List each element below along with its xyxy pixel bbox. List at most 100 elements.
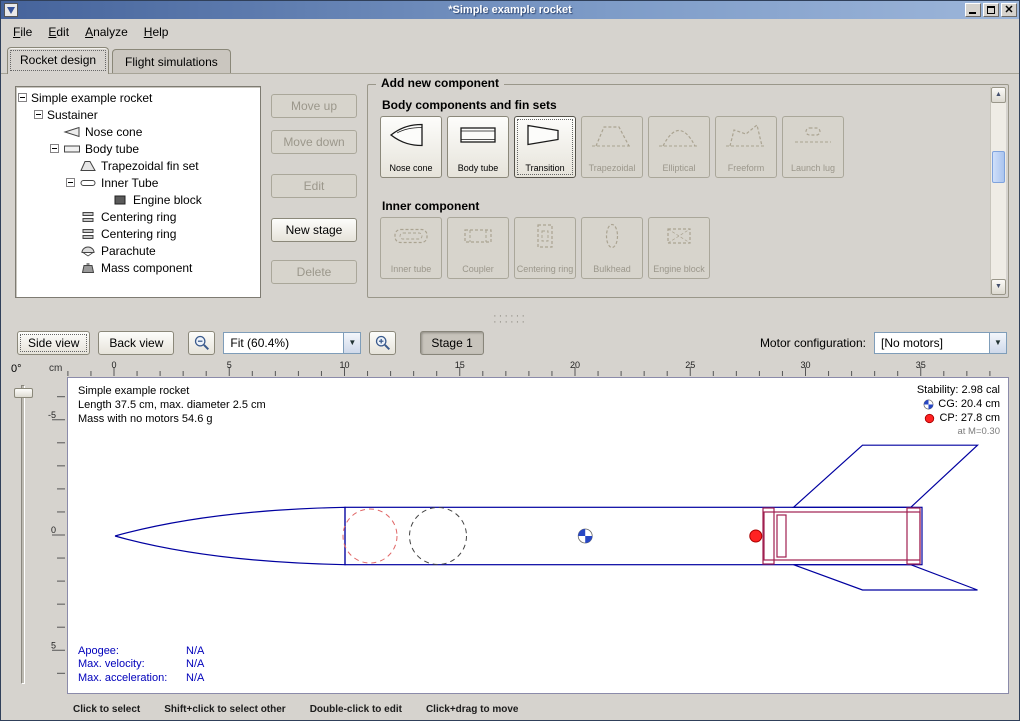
status-bar: Click to select Shift+click to select ot… bbox=[1, 698, 1019, 720]
add-component-group: Add new component Body components and fi… bbox=[367, 84, 1009, 298]
add-body-tube-button[interactable]: Body tube bbox=[447, 116, 509, 178]
tree-item-fin-set[interactable]: Trapezoidal fin set bbox=[66, 157, 260, 174]
ruler-unit-label: cm bbox=[49, 363, 62, 374]
collapse-icon[interactable] bbox=[66, 178, 75, 187]
freeform-fin-icon bbox=[724, 120, 768, 150]
rocket-info: Simple example rocket Length 37.5 cm, ma… bbox=[78, 384, 266, 426]
chevron-down-icon[interactable]: ▼ bbox=[989, 333, 1006, 353]
svg-text:0: 0 bbox=[111, 360, 116, 370]
svg-text:-5: -5 bbox=[48, 410, 56, 420]
rocket-outline[interactable] bbox=[115, 507, 922, 564]
tree-item-parachute[interactable]: Parachute bbox=[66, 242, 260, 259]
minimize-button[interactable] bbox=[965, 3, 981, 17]
tab-rocket-design[interactable]: Rocket design bbox=[7, 47, 109, 74]
tree-item-sustainer[interactable]: Sustainer bbox=[34, 106, 260, 123]
scrollbar-thumb[interactable] bbox=[992, 151, 1005, 183]
tree-item-mass-component[interactable]: Mass component bbox=[66, 259, 260, 276]
menu-file[interactable]: File bbox=[5, 22, 40, 42]
svg-text:15: 15 bbox=[455, 360, 465, 370]
zoom-in-button[interactable] bbox=[369, 331, 396, 355]
rotation-slider-thumb[interactable] bbox=[14, 388, 33, 398]
scroll-up-icon[interactable]: ▲ bbox=[991, 87, 1006, 103]
rocket-drawing-area[interactable]: Simple example rocket Length 37.5 cm, ma… bbox=[67, 377, 1009, 694]
move-down-button[interactable]: Move down bbox=[271, 130, 357, 154]
menu-analyze[interactable]: Analyze bbox=[77, 22, 136, 42]
cp-marker bbox=[750, 530, 762, 542]
add-trapezoidal-fin-button[interactable]: Trapezoidal bbox=[581, 116, 643, 178]
tree-item-inner-tube[interactable]: Inner Tube bbox=[66, 174, 260, 191]
collapse-icon[interactable] bbox=[18, 93, 27, 102]
menu-edit[interactable]: Edit bbox=[40, 22, 77, 42]
add-launch-lug-button[interactable]: Launch lug bbox=[782, 116, 844, 178]
splitter-handle[interactable]: ············ bbox=[1, 311, 1019, 326]
hint-click-select: Click to select bbox=[73, 704, 140, 715]
add-coupler-button[interactable]: Coupler bbox=[447, 217, 509, 279]
rocket-mass: Mass with no motors 54.6 g bbox=[78, 412, 266, 426]
side-view-button[interactable]: Side view bbox=[17, 331, 90, 355]
vertical-ruler: -505 bbox=[45, 377, 66, 694]
tree-item-engine-block[interactable]: Engine block bbox=[98, 191, 260, 208]
collapse-icon[interactable] bbox=[50, 144, 59, 153]
nose-cone-icon bbox=[389, 120, 433, 150]
add-nose-cone-button[interactable]: Nose cone bbox=[380, 116, 442, 178]
zoom-out-button[interactable] bbox=[188, 331, 215, 355]
add-transition-button[interactable]: Transition bbox=[514, 116, 576, 178]
add-freeform-fin-button[interactable]: Freeform bbox=[715, 116, 777, 178]
component-scrollbar[interactable]: ▲ ▼ bbox=[990, 87, 1006, 295]
add-centering-ring-button[interactable]: Centering ring bbox=[514, 217, 576, 279]
stage-1-toggle[interactable]: Stage 1 bbox=[420, 331, 483, 355]
scroll-down-icon[interactable]: ▼ bbox=[991, 279, 1006, 295]
tree-item-centering-ring-1[interactable]: Centering ring bbox=[66, 208, 260, 225]
chevron-down-icon[interactable]: ▼ bbox=[343, 333, 360, 353]
add-elliptical-fin-button[interactable]: Elliptical bbox=[648, 116, 710, 178]
centering-ring-icon bbox=[79, 211, 97, 223]
inner-tube-icon bbox=[79, 177, 97, 189]
tree-item-body-tube[interactable]: Body tube bbox=[50, 140, 260, 157]
body-components-label: Body components and fin sets bbox=[382, 98, 557, 112]
close-button[interactable]: ✕ bbox=[1001, 3, 1017, 17]
tree-item-rocket[interactable]: Simple example rocket bbox=[18, 89, 260, 106]
svg-text:5: 5 bbox=[227, 360, 232, 370]
svg-text:5: 5 bbox=[51, 640, 56, 650]
tree-item-centering-ring-2[interactable]: Centering ring bbox=[66, 225, 260, 242]
cg-icon bbox=[923, 399, 934, 410]
maximize-icon bbox=[987, 6, 995, 14]
edit-button[interactable]: Edit bbox=[271, 174, 357, 198]
tree-item-nose-cone[interactable]: Nose cone bbox=[50, 123, 260, 140]
inner-tube-icon bbox=[389, 221, 433, 251]
body-tube-icon bbox=[456, 120, 500, 150]
motor-configuration-select[interactable]: [No motors] ▼ bbox=[874, 332, 1007, 354]
collapse-icon[interactable] bbox=[34, 110, 43, 119]
parachute-outline[interactable] bbox=[343, 509, 397, 563]
elliptical-fin-icon bbox=[657, 120, 701, 150]
add-engine-block-button[interactable]: Engine block bbox=[648, 217, 710, 279]
app-icon bbox=[4, 3, 18, 17]
add-inner-tube-button[interactable]: Inner tube bbox=[380, 217, 442, 279]
fin-outline[interactable] bbox=[794, 445, 978, 590]
component-tree[interactable]: Simple example rocket Sustainer Nose con… bbox=[15, 86, 261, 298]
add-bulkhead-button[interactable]: Bulkhead bbox=[581, 217, 643, 279]
rotation-slider[interactable] bbox=[21, 385, 25, 684]
maximize-button[interactable] bbox=[983, 3, 999, 17]
mass-component-icon bbox=[79, 262, 97, 274]
mass-component-outline[interactable] bbox=[410, 508, 467, 565]
menu-help[interactable]: Help bbox=[136, 22, 177, 42]
new-stage-button[interactable]: New stage bbox=[271, 218, 357, 242]
cp-icon bbox=[924, 413, 935, 424]
rotation-angle-label: 0° bbox=[11, 363, 22, 375]
body-tube-icon bbox=[63, 143, 81, 155]
move-up-button[interactable]: Move up bbox=[271, 94, 357, 118]
delete-button[interactable]: Delete bbox=[271, 260, 357, 284]
view-toolbar: Side view Back view Fit (60.4%) ▼ Stage … bbox=[1, 326, 1019, 359]
zoom-value: Fit (60.4%) bbox=[224, 333, 343, 353]
tab-flight-simulations[interactable]: Flight simulations bbox=[112, 49, 231, 73]
back-view-button[interactable]: Back view bbox=[98, 331, 174, 355]
minimize-icon bbox=[969, 12, 976, 14]
hint-double-click: Double-click to edit bbox=[310, 704, 402, 715]
svg-text:35: 35 bbox=[916, 360, 926, 370]
close-icon: ✕ bbox=[1004, 4, 1013, 16]
motor-mount-outline[interactable] bbox=[763, 508, 920, 564]
zoom-select[interactable]: Fit (60.4%) ▼ bbox=[223, 332, 361, 354]
title-bar[interactable]: *Simple example rocket ✕ bbox=[1, 1, 1019, 19]
rocket-canvas: 0° cm 05101520253035 -505 bbox=[1, 359, 1019, 698]
